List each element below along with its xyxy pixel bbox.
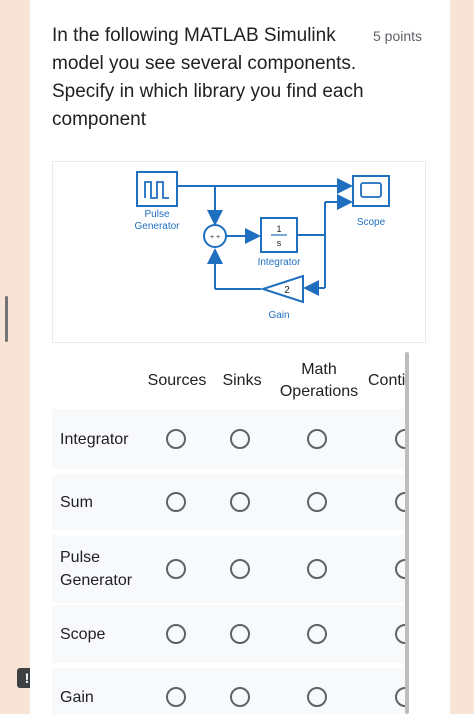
- row-label: Sum: [60, 493, 93, 511]
- gain-label: Gain: [268, 310, 289, 321]
- row-label: Pulse Generator: [60, 549, 133, 589]
- radio-scope-sources[interactable]: [166, 624, 186, 644]
- column-header-continuous: Continu: [368, 372, 406, 389]
- row-label: Scope: [60, 625, 106, 643]
- integrator-numerator: 1: [276, 224, 281, 234]
- choice-grid[interactable]: Sources Sinks Math Operations Continu In…: [52, 350, 406, 714]
- radio-sum-sinks[interactable]: [230, 492, 250, 512]
- horizontal-scroll-indicator[interactable]: [405, 352, 409, 714]
- radio-sum-math[interactable]: [307, 492, 327, 512]
- integrator-label: Integrator: [258, 257, 301, 268]
- integrator-denominator: s: [277, 238, 282, 248]
- scope-screen-icon: [360, 182, 382, 198]
- radio-gain-sources[interactable]: [166, 687, 186, 707]
- radio-integrator-sources[interactable]: [166, 429, 186, 449]
- radio-pulse-generator-sources[interactable]: [166, 559, 186, 579]
- simulink-diagram: Pulse Generator Scope 1 s Integrator 2 G…: [52, 161, 426, 343]
- gain-value: 2: [284, 285, 290, 296]
- radio-scope-sinks[interactable]: [230, 624, 250, 644]
- drag-handle[interactable]: [5, 296, 8, 342]
- radio-pulse-generator-math[interactable]: [307, 559, 327, 579]
- row-label: Integrator: [60, 430, 129, 448]
- grid-row-sum: Sum: [52, 474, 406, 530]
- pulse-label-1: Pulse: [144, 209, 169, 220]
- radio-sum-sources[interactable]: [166, 492, 186, 512]
- row-label: Gain: [60, 688, 94, 706]
- radio-scope-math[interactable]: [307, 624, 327, 644]
- gain-block: [259, 274, 304, 304]
- pulse-wave-icon: [144, 181, 169, 199]
- radio-gain-math[interactable]: [307, 687, 327, 707]
- points-label: 5 points: [373, 28, 423, 44]
- grid-row-gain: Gain: [52, 668, 406, 714]
- radio-integrator-sinks[interactable]: [230, 429, 250, 449]
- scope-block: [352, 175, 390, 207]
- radio-pulse-generator-sinks[interactable]: [230, 559, 250, 579]
- radio-integrator-math[interactable]: [307, 429, 327, 449]
- question-card: In the following MATLAB Simulink model y…: [30, 0, 450, 714]
- column-header-sources: Sources: [147, 372, 207, 389]
- sum-signs: + +: [210, 234, 220, 241]
- radio-gain-sinks[interactable]: [230, 687, 250, 707]
- column-header-math-operations: Math Operations: [279, 361, 359, 400]
- pulse-label-2: Generator: [134, 221, 180, 232]
- grid-row-integrator: Integrator: [52, 409, 406, 469]
- grid-row-scope: Scope: [52, 605, 406, 663]
- column-header-sinks: Sinks: [222, 372, 262, 389]
- diagram-svg: Pulse Generator Scope 1 s Integrator 2 G…: [134, 171, 390, 321]
- scope-label: Scope: [357, 217, 386, 228]
- grid-row-pulse-generator: Pulse Generator: [52, 535, 406, 603]
- question-text: In the following MATLAB Simulink model y…: [52, 25, 364, 130]
